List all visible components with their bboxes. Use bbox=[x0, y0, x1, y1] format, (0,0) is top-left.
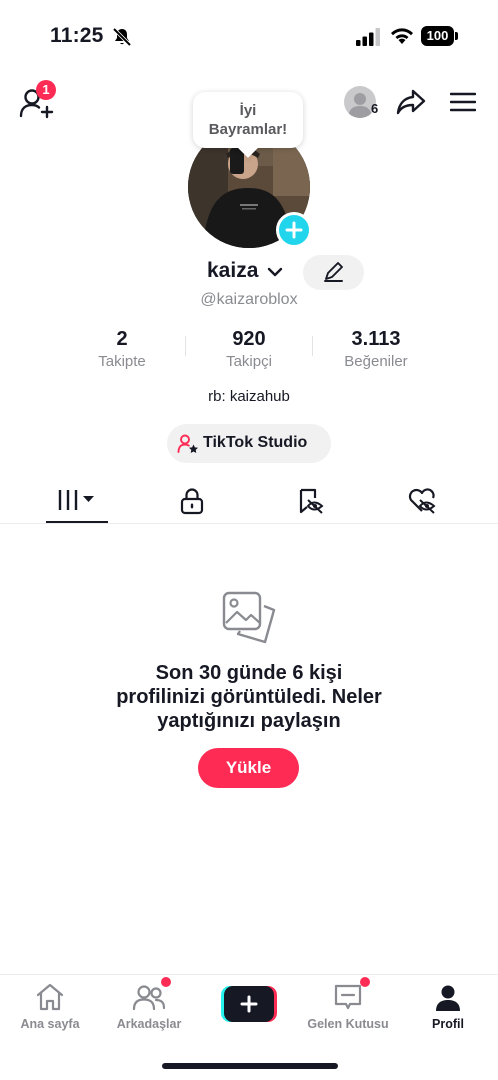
stat-divider bbox=[185, 336, 186, 356]
bell-slash-icon bbox=[112, 27, 132, 47]
empty-line-2: profilinizi görüntüledi. Neler bbox=[116, 686, 382, 708]
heart-hidden-icon bbox=[408, 488, 436, 514]
upload-button[interactable]: Yükle bbox=[198, 748, 299, 788]
following-stat[interactable]: 2 Takipte bbox=[62, 327, 182, 372]
followers-count: 920 bbox=[232, 328, 266, 350]
home-indicator bbox=[162, 1063, 338, 1069]
create-button[interactable] bbox=[221, 986, 277, 1022]
grid-icon bbox=[58, 490, 94, 510]
profile-icon bbox=[436, 985, 460, 1011]
friend-request-badge: 1 bbox=[36, 80, 56, 100]
nav-friends-label: Arkadaşlar bbox=[116, 1017, 182, 1031]
tab-videos[interactable] bbox=[15, 478, 139, 524]
wifi-icon bbox=[391, 28, 413, 44]
lock-icon bbox=[180, 488, 204, 515]
battery-cap bbox=[455, 32, 458, 40]
nav-inbox[interactable]: Gelen Kutusu bbox=[298, 975, 398, 1035]
user-handle: @kaizaroblox bbox=[200, 291, 298, 308]
friends-notification-dot bbox=[161, 977, 171, 987]
nav-profile-label: Profil bbox=[432, 1017, 464, 1031]
following-count: 2 bbox=[116, 328, 128, 350]
battery-level: 100 bbox=[421, 26, 454, 46]
empty-line-1: Son 30 günde 6 kişi bbox=[155, 662, 343, 684]
nav-home-label: Ana sayfa bbox=[20, 1017, 80, 1031]
following-label: Takipte bbox=[98, 353, 146, 370]
username[interactable]: kaiza bbox=[207, 259, 258, 283]
pencil-icon bbox=[324, 262, 343, 282]
tab-saved[interactable] bbox=[248, 478, 372, 524]
note-line-2: Bayramlar! bbox=[208, 121, 288, 138]
nav-inbox-label: Gelen Kutusu bbox=[307, 1017, 389, 1031]
friends-icon bbox=[132, 985, 166, 1011]
inbox-icon bbox=[334, 984, 362, 1010]
active-tab-indicator bbox=[46, 521, 108, 523]
edit-profile-button[interactable] bbox=[303, 255, 364, 290]
inbox-notification-dot bbox=[360, 977, 370, 987]
creator-star-icon bbox=[177, 434, 198, 453]
create-plus-icon bbox=[221, 986, 277, 1022]
nav-profile[interactable]: Profil bbox=[398, 975, 498, 1035]
photos-icon bbox=[222, 591, 276, 644]
share-icon[interactable] bbox=[396, 88, 426, 116]
nav-home[interactable]: Ana sayfa bbox=[0, 975, 100, 1035]
tab-private[interactable] bbox=[130, 478, 254, 524]
followers-stat[interactable]: 920 Takipçi bbox=[189, 327, 309, 372]
tab-liked[interactable] bbox=[360, 478, 484, 524]
status-time: 11:25 bbox=[50, 24, 104, 47]
tiktok-studio-label: TikTok Studio bbox=[203, 434, 308, 451]
profile-tabs bbox=[0, 478, 498, 524]
note-line-1: İyi bbox=[239, 102, 257, 119]
stat-divider bbox=[312, 336, 313, 356]
menu-icon[interactable] bbox=[450, 92, 476, 112]
status-bar: 11:25 100 bbox=[0, 0, 498, 70]
home-icon bbox=[36, 983, 64, 1011]
tiktok-studio-button[interactable]: TikTok Studio bbox=[167, 424, 331, 463]
avatar-note-bubble[interactable]: İyi Bayramlar! bbox=[193, 92, 303, 158]
cellular-signal-icon bbox=[356, 28, 380, 46]
add-story-button[interactable] bbox=[276, 212, 312, 248]
profile-views-count: 6 bbox=[371, 101, 379, 116]
bookmark-hidden-icon bbox=[299, 488, 324, 514]
battery-indicator: 100 bbox=[421, 26, 458, 46]
plus-icon bbox=[285, 221, 303, 239]
empty-state-message: Son 30 günde 6 kişi profilinizi görüntül… bbox=[0, 661, 498, 733]
likes-label: Beğeniler bbox=[344, 353, 408, 370]
nav-friends[interactable]: Arkadaşlar bbox=[99, 975, 199, 1035]
followers-label: Takipçi bbox=[226, 353, 272, 370]
likes-stat[interactable]: 3.113 Beğeniler bbox=[316, 327, 436, 372]
chevron-down-icon[interactable] bbox=[266, 265, 284, 279]
likes-count: 3.113 bbox=[351, 328, 401, 350]
profile-views-button[interactable]: 6 bbox=[344, 86, 384, 120]
empty-line-3: yaptığınızı paylaşın bbox=[157, 710, 341, 732]
profile-bio: rb: kaizahub bbox=[208, 388, 290, 405]
